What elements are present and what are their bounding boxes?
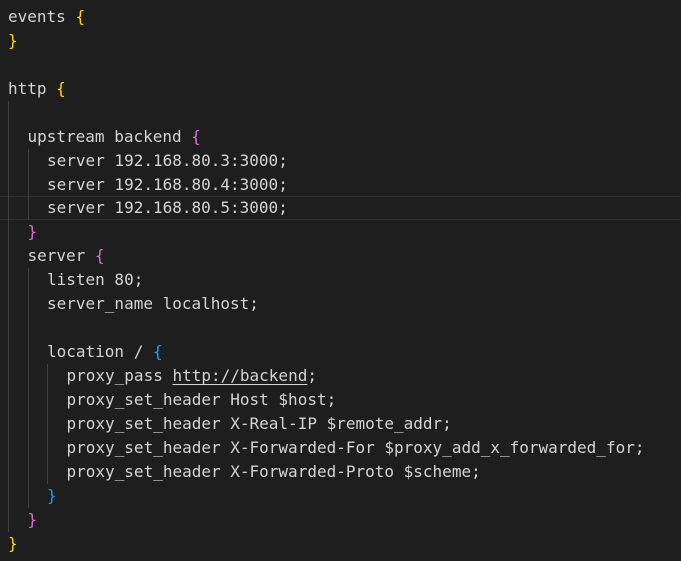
code-text: listen 80; bbox=[47, 270, 144, 289]
code-text: server 192.168.80.4:3000; bbox=[47, 175, 288, 194]
indent-guide bbox=[47, 436, 67, 460]
bracket: } bbox=[27, 510, 38, 529]
code-text: proxy_set_header Host $host; bbox=[66, 390, 337, 409]
code-text: events bbox=[8, 7, 76, 26]
code-text: proxy_set_header X-Forwarded-For $proxy_… bbox=[66, 438, 645, 457]
code-line[interactable]: } bbox=[0, 484, 681, 508]
code-line[interactable]: } bbox=[0, 220, 681, 244]
indent-guide bbox=[8, 340, 28, 364]
indent-guide bbox=[27, 484, 48, 508]
code-text: server bbox=[27, 246, 95, 265]
indent-guide bbox=[8, 460, 28, 484]
code-text: upstream backend bbox=[27, 127, 192, 146]
code-line-empty[interactable] bbox=[0, 53, 681, 77]
code-line[interactable]: proxy_set_header X-Forwarded-For $proxy_… bbox=[0, 436, 681, 460]
bracket: { bbox=[75, 7, 86, 26]
indent-guide bbox=[8, 364, 28, 388]
code-text: proxy_set_header X-Forwarded-Proto $sche… bbox=[66, 462, 481, 481]
code-text: proxy_set_header X-Real-IP $remote_addr; bbox=[66, 414, 452, 433]
code-line[interactable]: } bbox=[0, 532, 681, 556]
indent-guide bbox=[8, 268, 28, 292]
indent-guide bbox=[27, 436, 48, 460]
code-text: server 192.168.80.5:3000; bbox=[47, 198, 288, 217]
indent-guide bbox=[8, 388, 28, 412]
indent-guide bbox=[27, 412, 48, 436]
bracket: } bbox=[8, 534, 18, 553]
indent-guide bbox=[27, 364, 48, 388]
indent-guide bbox=[8, 316, 28, 340]
code-line[interactable]: location / { bbox=[0, 340, 681, 364]
code-line[interactable]: } bbox=[0, 29, 681, 53]
code-line[interactable]: server 192.168.80.4:3000; bbox=[0, 173, 681, 197]
indent-guide bbox=[47, 364, 67, 388]
code-line[interactable]: upstream backend { bbox=[0, 125, 681, 149]
code-line[interactable]: proxy_set_header Host $host; bbox=[0, 388, 681, 412]
code-text: proxy_pass bbox=[66, 366, 173, 385]
indent-guide bbox=[8, 173, 28, 197]
code-line-empty[interactable] bbox=[0, 316, 681, 340]
code-line[interactable]: http { bbox=[0, 77, 681, 101]
indent-guide bbox=[8, 244, 28, 268]
code-text: location / bbox=[47, 342, 153, 361]
code-line[interactable]: listen 80; bbox=[0, 268, 681, 292]
bracket: } bbox=[8, 31, 18, 50]
code-line[interactable]: events { bbox=[0, 5, 681, 29]
indent-guide bbox=[27, 149, 48, 173]
code-line[interactable]: server_name localhost; bbox=[0, 292, 681, 316]
code-text: ; bbox=[307, 366, 317, 385]
indent-guide bbox=[47, 388, 67, 412]
indent-guide bbox=[8, 484, 28, 508]
indent-guide bbox=[27, 388, 48, 412]
indent-guide bbox=[8, 508, 28, 532]
code-line-empty[interactable] bbox=[0, 101, 681, 125]
indent-guide bbox=[8, 220, 28, 244]
bracket: { bbox=[191, 127, 201, 146]
indent-guide bbox=[8, 292, 28, 316]
code-line[interactable]: server 192.168.80.3:3000; bbox=[0, 149, 681, 173]
indent-guide bbox=[27, 292, 48, 316]
indent-guide bbox=[47, 460, 67, 484]
bracket: { bbox=[56, 79, 66, 98]
indent-guide bbox=[8, 196, 28, 220]
code-line-current[interactable]: server 192.168.80.5:3000; bbox=[0, 196, 681, 220]
indent-guide bbox=[27, 340, 48, 364]
code-line[interactable]: proxy_set_header X-Real-IP $remote_addr; bbox=[0, 412, 681, 436]
code-line[interactable]: proxy_pass http://backend; bbox=[0, 364, 681, 388]
backend-url-link[interactable]: http://backend bbox=[172, 366, 307, 385]
indent-guide bbox=[8, 412, 28, 436]
code-line[interactable]: server { bbox=[0, 244, 681, 268]
code-line[interactable]: } bbox=[0, 508, 681, 532]
code-line[interactable]: proxy_set_header X-Forwarded-Proto $sche… bbox=[0, 460, 681, 484]
indent-guide bbox=[27, 268, 48, 292]
bracket: { bbox=[94, 246, 105, 265]
indent-guide bbox=[27, 196, 48, 220]
indent-guide bbox=[8, 101, 28, 125]
indent-guide bbox=[47, 412, 67, 436]
bracket: { bbox=[152, 342, 163, 361]
code-text: server 192.168.80.3:3000; bbox=[47, 151, 288, 170]
code-text: http bbox=[8, 79, 57, 98]
code-editor[interactable]: events { } http { upstream backend { ser… bbox=[0, 0, 681, 561]
indent-guide bbox=[27, 316, 48, 340]
indent-guide bbox=[27, 173, 48, 197]
code-text: server_name localhost; bbox=[47, 294, 259, 313]
bracket: } bbox=[27, 222, 38, 241]
indent-guide bbox=[8, 149, 28, 173]
indent-guide bbox=[27, 460, 48, 484]
bracket: } bbox=[47, 486, 57, 505]
indent-guide bbox=[8, 436, 28, 460]
indent-guide bbox=[8, 125, 28, 149]
